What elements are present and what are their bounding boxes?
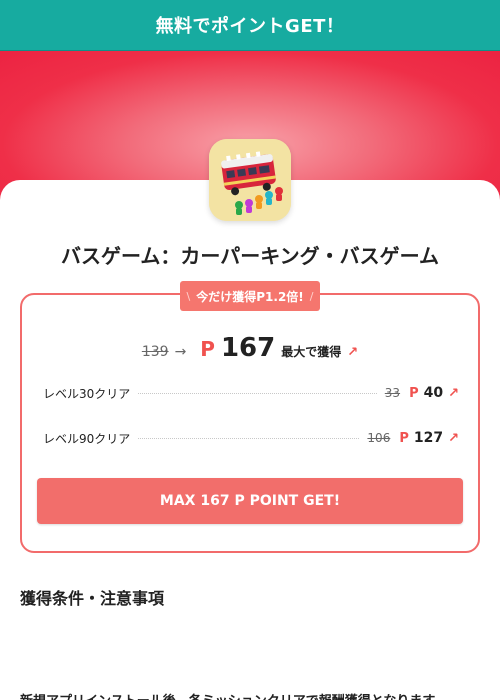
ribbon-deco-right: / [309,289,314,303]
level-points: 106 P 127 ↗ [367,430,459,446]
level-points-value: 127 [413,430,444,446]
dotted-leader [138,437,360,439]
level-points: 33 P 40 ↗ [385,385,459,401]
max-points-summary: 139 → P 167 最大で獲得 ↗ [0,333,500,365]
point-mark: P [399,430,409,446]
app-title: バスゲーム：カーパーキング・バスゲーム [61,244,439,268]
ribbon-deco-left: \ [186,289,191,303]
point-mark: P [200,337,215,361]
level-old-points: 106 [367,431,391,445]
arrow-up-right-icon: ↗ [448,430,459,446]
dotted-leader [138,392,377,394]
level-points-value: 40 [423,385,444,401]
bus-game-app-icon [209,139,291,221]
max-points-value: 167 [220,333,276,363]
level-label: レベル90クリア [43,431,131,446]
page-title: 無料でポイントGET！ [155,16,345,37]
arrow-up-right-icon: ↗ [448,385,459,401]
max-label: 最大で獲得 [281,345,342,359]
arrow-right-icon: → [174,344,187,360]
conditions-heading: 獲得条件・注意事項 [20,589,165,608]
header-bar: 無料でポイントGET！ [0,0,500,51]
level-label: レベル30クリア [43,386,131,401]
level-old-points: 33 [384,386,401,400]
bonus-ribbon: \ 今だけ獲得P1.2倍! / [180,281,320,311]
point-mark: P [409,385,419,401]
ribbon-text: 今だけ獲得P1.2倍! [196,289,304,304]
arrow-up-right-icon: ↗ [347,345,359,360]
conditions-note: 新規アプリインストール後、各ミッションクリアで報酬獲得となります。 [20,690,447,700]
level-row: レベル90クリア 106 P 127 ↗ [43,428,459,448]
old-points: 139 [141,344,169,360]
get-points-button[interactable]: MAX 167 P POINT GET! [37,478,463,524]
level-row: レベル30クリア 33 P 40 ↗ [43,383,459,403]
